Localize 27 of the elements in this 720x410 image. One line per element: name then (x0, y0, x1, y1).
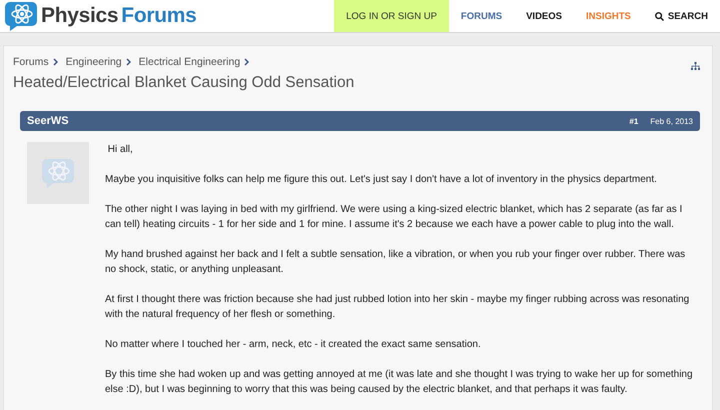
author-name[interactable]: SeerWS (27, 115, 630, 127)
logo-text[interactable]: Physics (41, 4, 118, 28)
chevron-icon (52, 58, 58, 66)
post-paragraph: The other night I was laying in bed with my girlfriend. We were using a king-sized electric blanket, which has 2 separate (as far as I can tell) heating circuits - 1 for her side and 1 for mine. I assume it's 2 because we each have a power cable to plug into the wall. (105, 203, 684, 232)
logo-icon[interactable] (4, 1, 38, 31)
post-paragraph: At first I thought there was friction because she had just rubbed lotion into her skin - maybe my finger rubbing across was resonating with the natural frequency of her flesh or something. (105, 293, 690, 322)
avatar-icon (41, 157, 75, 189)
breadcrumb-link[interactable]: Engineering (66, 56, 131, 68)
post-paragraph: My hand brushed against her back and I felt a subtle sensation, like a vibration, or when you rub your finger over rubber. There was no shock, static, or anything unpleasant. (105, 248, 686, 277)
nav-link[interactable]: FORUMS (448, 0, 514, 32)
logo-text[interactable]: Forums (121, 4, 197, 28)
post-number[interactable]: #1 (629, 116, 638, 126)
thread-title: Heated/Electrical Blanket Causing Odd Sensation (13, 74, 354, 92)
nav-link[interactable]: VIDEOS (514, 0, 574, 32)
chevron-icon (126, 58, 131, 66)
post-paragraph: By this time she had woken up and was getting annoyed at me (it was late and she thought I was trying to wake her up for something else :D), but I was beginning to worry that this was being caused by the electric blanket, and that perhaps it was faulty. (105, 368, 693, 397)
breadcrumb-link[interactable]: Electrical Engineering (138, 56, 250, 68)
chevron-icon (244, 58, 250, 66)
post-paragraph: Hi all, (106, 143, 134, 157)
breadcrumb-link[interactable]: Forums (13, 56, 58, 68)
search-link[interactable]: SEARCH (642, 0, 720, 32)
search-icon (654, 12, 664, 20)
login-button[interactable]: LOG IN OR SIGN UP (334, 0, 449, 32)
post-paragraph: Maybe you inquisitive folks can help me figure this out. Let's just say I don't have a lot of inventory in the physics department. (105, 173, 658, 187)
post-date[interactable]: Feb 6, 2013 (650, 116, 693, 126)
sitemap-icon[interactable] (691, 62, 700, 70)
post-paragraph: No matter where I touched her - arm, neck, etc - it created the exact same sensation. (105, 338, 482, 352)
